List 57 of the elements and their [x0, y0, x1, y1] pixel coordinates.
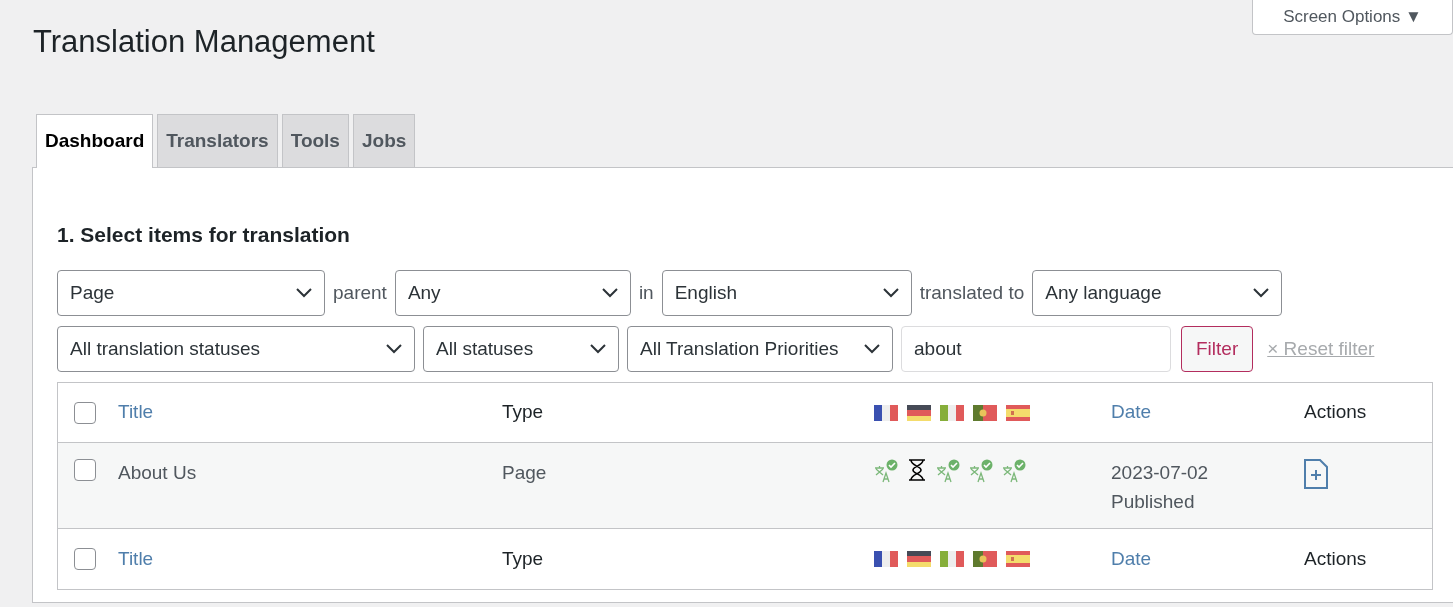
flag-icon: [1006, 404, 1030, 421]
filter-label: in: [638, 280, 654, 305]
search-field[interactable]: about: [901, 326, 1171, 372]
flag-icon: [1006, 551, 1030, 567]
dropdown[interactable]: Any language: [1032, 270, 1283, 316]
hourglass-icon[interactable]: [907, 459, 927, 481]
dropdown[interactable]: All statuses: [423, 326, 619, 372]
flag-icon: [907, 404, 931, 421]
table-cell-text: Page: [502, 461, 548, 485]
tab[interactable]: Dashboard: [36, 114, 154, 168]
filter-button[interactable]: Filter: [1181, 326, 1254, 372]
chevron-down-icon: [601, 288, 618, 298]
flag-icon: [973, 551, 997, 567]
column-header-link[interactable]: Date: [1111, 544, 1304, 574]
tab[interactable]: Jobs: [352, 114, 416, 167]
screen-options-button[interactable]: Screen Options ▼: [1252, 0, 1453, 35]
checkbox[interactable]: [74, 401, 96, 424]
chevron-down-icon: [296, 288, 312, 298]
column-header-link[interactable]: Date: [1111, 398, 1304, 427]
checkbox[interactable]: [74, 459, 96, 481]
translated-check-icon[interactable]: [936, 459, 960, 483]
chevron-down-icon: [864, 344, 880, 354]
flag-icon: [973, 404, 997, 421]
dropdown[interactable]: All translation statuses: [57, 326, 415, 372]
checkbox[interactable]: [74, 548, 96, 570]
dropdown[interactable]: All Translation Priorities: [627, 326, 893, 372]
chevron-down-icon: [1253, 288, 1270, 298]
row-title: About Us: [118, 461, 198, 485]
dropdown[interactable]: Any: [394, 270, 631, 316]
tab[interactable]: Translators: [157, 114, 278, 167]
filter-label: parent: [333, 280, 387, 305]
flag-icon: [907, 551, 931, 567]
column-header-link[interactable]: Title: [118, 398, 502, 427]
chevron-down-icon: [882, 288, 899, 298]
add-document-icon[interactable]: [1304, 459, 1328, 489]
chevron-down-icon: [386, 344, 402, 354]
column-header-link[interactable]: Title: [118, 544, 502, 574]
dropdown[interactable]: Page: [57, 270, 325, 316]
dropdown[interactable]: English: [661, 270, 912, 316]
column-header: Type: [502, 546, 545, 571]
translated-check-icon[interactable]: [1002, 459, 1026, 483]
flag-icon: [940, 551, 964, 567]
flag-icon: [874, 551, 898, 567]
section-title: 1. Select items for translation: [57, 222, 351, 248]
filter-label: translated to: [919, 280, 1025, 305]
flag-icon: [940, 404, 964, 421]
page-title: Translation Management: [33, 24, 376, 60]
translated-check-icon[interactable]: [969, 459, 993, 483]
column-header: Actions: [1304, 546, 1367, 571]
table-cell-text: Published: [1111, 489, 1196, 514]
tab[interactable]: Tools: [281, 114, 349, 167]
flag-icon: [874, 404, 898, 421]
table-cell-text: 2023-07-02: [1111, 461, 1210, 485]
column-header: Actions: [1304, 400, 1367, 425]
chevron-down-icon: [590, 344, 606, 354]
translated-check-icon[interactable]: [874, 459, 898, 483]
column-header: Type: [502, 400, 545, 425]
